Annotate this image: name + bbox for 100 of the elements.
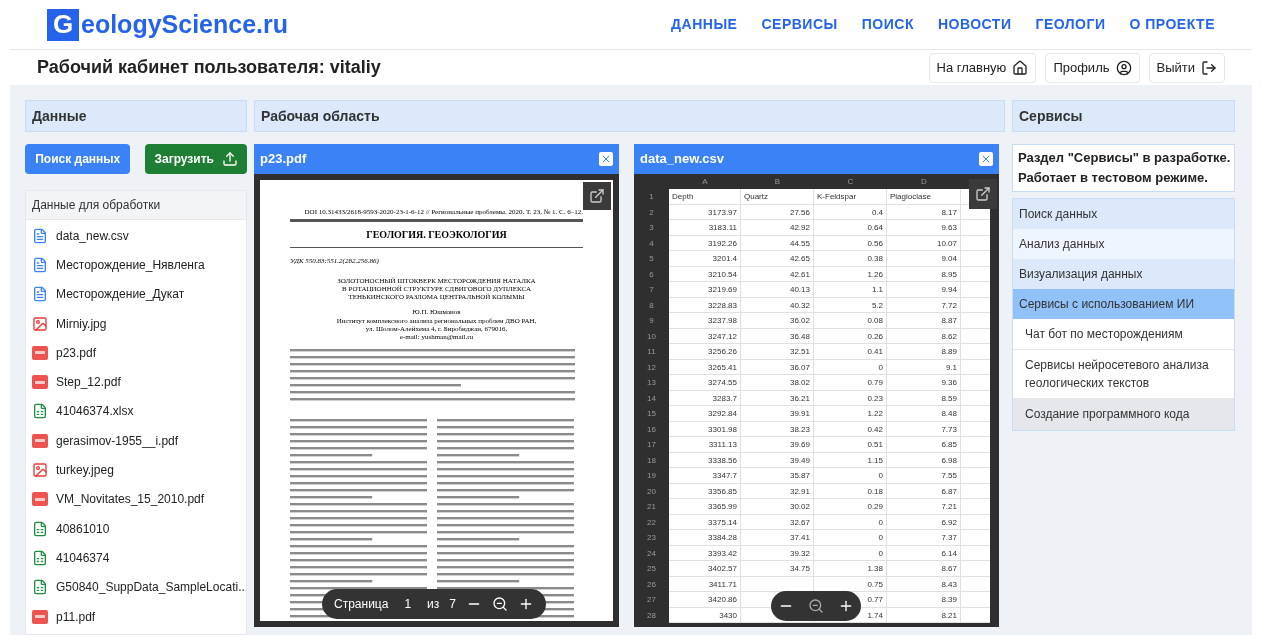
table-cell: 0.79 [814,375,887,391]
row-number: 10 [646,330,657,343]
header-button[interactable]: Выйти [1148,52,1225,83]
panel-header: Сервисы [1012,100,1235,132]
open-external-button[interactable] [969,179,997,209]
service-subitem[interactable]: Чат бот по месторождениям [1013,319,1234,350]
file-item[interactable]: 41046374.xlsx [26,396,246,427]
column-letter: A [701,176,709,188]
search-button[interactable]: Поиск данных [25,144,131,174]
table-cell: 8.87 [887,313,961,329]
file-item[interactable]: 41046374 [26,543,246,573]
service-item[interactable]: Поиск данных [1013,199,1234,229]
row-number: 4 [648,237,655,250]
zoom-in-button[interactable] [838,598,854,614]
service-subitem[interactable]: Сервисы нейросетевого анализа геологических текстов [1013,350,1234,399]
table-cell: Plagioclase [887,189,961,205]
nav-link[interactable]: СЕРВИСЫ [761,14,838,35]
user-icon [1115,59,1132,76]
table-cell: 3311.13 [669,437,741,453]
home-icon [1012,59,1029,76]
table-cell: 3201.4 [669,251,741,267]
page-number-field[interactable]: 1 [398,595,418,613]
table-cell: K-Feldspar [814,189,887,205]
table-cell: 0.41 [814,344,887,360]
file-item[interactable]: Месторождение_Нявленга [26,250,246,280]
row-number: 24 [646,547,657,560]
table-cell: 40.13 [741,282,814,298]
service-item[interactable]: Сервисы с использованием ИИ [1013,289,1234,319]
nav-link[interactable]: НОВОСТИ [937,14,1012,35]
file-item[interactable]: 40861010 [26,513,246,544]
table-cell: Depth [669,189,741,205]
close-button[interactable] [599,152,613,166]
zoom-in-button[interactable] [518,596,534,612]
row-number: 13 [646,377,657,389]
table-cell: 9.04 [887,251,961,267]
page-total: 7 [449,596,456,613]
file-item[interactable]: p11.pdf [26,601,246,632]
table-cell: 3347.7 [669,468,741,484]
file-item[interactable]: p23.pdf [26,338,246,368]
table-cell: 3183.11 [669,220,741,236]
table-cell: 0.64 [814,220,887,236]
zoom-icon[interactable] [492,596,508,612]
table-cell: 42.65 [741,251,814,267]
nav-link[interactable]: ДАННЫЕ [671,14,738,35]
service-item[interactable]: Анализ данных [1013,229,1234,259]
row-number: 27 [646,594,657,606]
table-cell: 9.63 [887,220,961,236]
nav-link[interactable]: О ПРОЕКТЕ [1129,14,1215,35]
file-item[interactable]: Месторождение_Дукат [26,279,246,309]
table-cell: 0.08 [814,313,887,329]
table-cell: 1.22 [814,406,887,422]
table-cell: 3274.55 [669,375,741,391]
header-button[interactable]: Профиль [1045,52,1140,83]
page-label: Страница [334,596,389,613]
viewer-title: p23.pdf [260,150,307,169]
file-item[interactable]: data_new.csv [26,221,246,251]
row-number: 21 [646,501,657,513]
file-item[interactable]: gerasimov-1955__i.pdf [26,426,246,456]
pdf-icon [32,609,48,624]
column-letter: C [846,176,855,188]
header-button[interactable]: На главную [928,52,1037,83]
service-item[interactable]: Визуализация данных [1013,259,1234,289]
viewer-title: data_new.csv [640,150,725,169]
row-number: 15 [646,408,657,420]
pdf-icon [32,345,48,360]
table-cell: 3430 [669,607,741,623]
row-number: 1 [648,191,655,203]
nav-link[interactable]: ПОИСК [861,14,914,35]
open-external-button[interactable] [583,182,611,210]
upload-button[interactable]: Загрузить [145,144,247,174]
file-item[interactable]: VM_Novitates_15_2010.pdf [26,484,246,514]
zoom-icon[interactable] [808,598,824,614]
table-cell: 7.21 [887,499,961,515]
spreadsheet-icon [32,579,48,596]
table-cell: 3384.28 [669,530,741,546]
table-cell: 9.36 [887,375,961,391]
row-number: 7 [648,284,655,296]
table-cell: 3237.98 [669,313,741,329]
table-cell: 0.51 [814,437,887,453]
table-cell: 0.29 [814,499,887,515]
table-cell: 32.51 [741,344,814,360]
table-cell: 34.75 [741,561,814,577]
pdf-icon [32,492,48,507]
row-number: 28 [646,609,657,622]
service-subitem[interactable]: Создание программного кода [1013,399,1234,430]
panel-header: Рабочая область [254,100,1005,132]
file-item[interactable]: turkey.jpeg [26,455,246,485]
row-number: 19 [646,470,657,482]
file-item[interactable]: Mirniy.jpg [26,308,246,339]
table-cell: 3219.69 [669,282,741,298]
close-button[interactable] [979,152,993,166]
table-cell: 0 [814,468,887,484]
table-cell: 8.48 [887,406,961,422]
row-number: 11 [646,346,657,358]
nav-link[interactable]: ГЕОЛОГИ [1035,14,1106,35]
table-cell: 3402.57 [669,561,741,577]
pdf-icon [32,375,48,390]
table-cell: 7.55 [887,468,961,484]
file-item[interactable]: Step_12.pdf [26,367,246,397]
table-cell: 8.89 [887,344,961,360]
